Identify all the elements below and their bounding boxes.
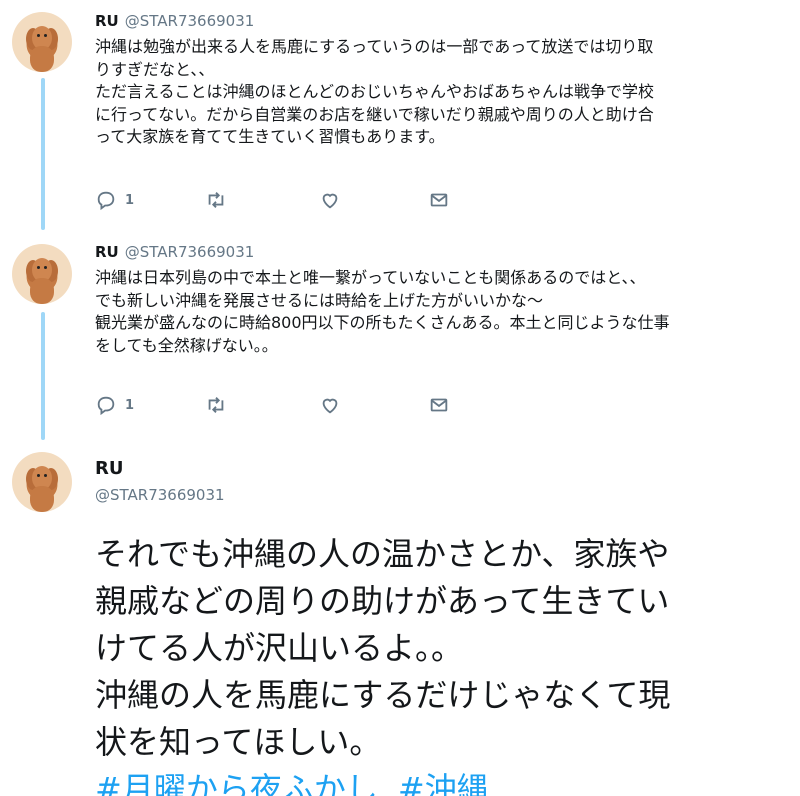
- tweet-text-line: 沖縄は日本列島の中で本土と唯一繋がっていないことも関係あるのではと、、: [95, 268, 646, 287]
- heart-icon: [322, 193, 338, 209]
- tweet-text-line: をしても全然稼げない。。: [95, 335, 278, 355]
- avatar[interactable]: [12, 244, 72, 304]
- reply-count: 1: [125, 192, 135, 208]
- tweet-text-line: でも新しい沖縄を発展させるには時給を上げた方がいいかな〜: [95, 290, 544, 310]
- heart-icon: [322, 398, 338, 414]
- thread-line: [41, 312, 45, 440]
- retweet-icon: [208, 397, 224, 413]
- hashtag-row: #月曜から夜ふかし #沖縄: [95, 766, 785, 796]
- tweet-text-line: 沖縄の人を馬鹿にするだけじゃなくて現: [95, 676, 671, 714]
- user-handle[interactable]: @STAR73669031: [125, 243, 255, 261]
- user-handle[interactable]: @STAR73669031: [95, 486, 225, 504]
- tweet-text-line: 親戚などの周りの助けがあって生きてい: [95, 582, 670, 620]
- tweet-text: それでも沖縄の人の温かさとか、家族や 親戚などの周りの助けがあって生きてい けて…: [95, 531, 785, 796]
- thread-line: [41, 78, 45, 230]
- envelope-icon: [430, 193, 448, 207]
- dm-button[interactable]: [428, 394, 450, 416]
- retweet-button[interactable]: [205, 189, 227, 211]
- user-handle[interactable]: @STAR73669031: [125, 12, 255, 30]
- tweet-text-line: 状を知ってほしい。: [95, 723, 382, 761]
- dm-button[interactable]: [428, 189, 450, 211]
- like-button[interactable]: [319, 394, 341, 416]
- retweet-button[interactable]: [205, 394, 227, 416]
- tweet-text: 沖縄は勉強が出来る人を馬鹿にするっていうのは一部であって放送では切り取 りすぎだ…: [95, 36, 785, 149]
- reply-icon: [97, 396, 115, 416]
- display-name[interactable]: RU: [95, 458, 123, 479]
- tweet-header: RU @STAR73669031: [95, 12, 254, 30]
- tweet-text-line: それでも沖縄の人の温かさとか、家族や: [95, 535, 670, 573]
- reply-button[interactable]: 1: [95, 394, 134, 416]
- reply-icon: [97, 191, 115, 211]
- retweet-icon: [208, 192, 224, 208]
- tweet-header: RU @STAR73669031: [95, 243, 254, 261]
- reply-count: 1: [125, 397, 135, 413]
- tweet-text: 沖縄は日本列島の中で本土と唯一繋がっていないことも関係あるのではと、、 でも新し…: [95, 267, 785, 357]
- tweet-text-line: ただ言えることは沖縄のほとんどのおじいちゃんやおばあちゃんは戦争で学校: [95, 82, 655, 101]
- tweet-text-line: って大家族を育てて生きていく習慣もあります。: [95, 127, 445, 146]
- reply-button[interactable]: 1: [95, 189, 134, 211]
- avatar[interactable]: [12, 452, 72, 512]
- tweet-text-line: に行ってない。だから自営業のお店を継いで稼いだり親戚や周りの人と助け合: [95, 104, 654, 124]
- tweet-text-line: 観光業が盛んなのに時給800円以下の所もたくさんある。本土と同じような仕事: [95, 313, 670, 332]
- envelope-icon: [430, 398, 448, 412]
- hashtag-link[interactable]: #沖縄: [398, 770, 489, 796]
- tweet-text-line: 沖縄は勉強が出来る人を馬鹿にするっていうのは一部であって放送では切り取: [95, 37, 654, 56]
- tweet-text-line: けてる人が沢山いるよ。。: [95, 629, 464, 667]
- display-name[interactable]: RU: [95, 243, 119, 261]
- tweet-text-line: りすぎだなと、、: [95, 59, 215, 79]
- display-name[interactable]: RU: [95, 12, 119, 30]
- avatar[interactable]: [12, 12, 72, 72]
- like-button[interactable]: [319, 189, 341, 211]
- hashtag-link[interactable]: #月曜から夜ふかし: [95, 770, 378, 796]
